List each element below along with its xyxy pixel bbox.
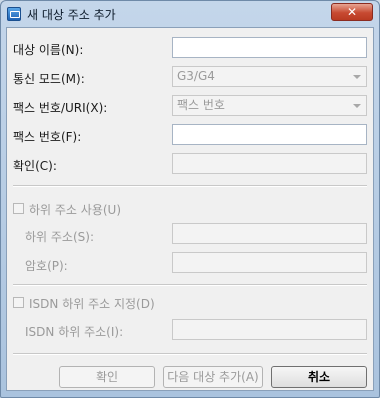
fax-destination-icon xyxy=(7,7,21,21)
confirm-number-input[interactable] xyxy=(172,153,367,174)
destination-name-input[interactable] xyxy=(172,37,367,58)
use-subaddress-checkbox[interactable] xyxy=(13,203,24,214)
isdn-subaddress-checkbox-label: ISDN 하위 주소 지정(D) xyxy=(29,297,155,311)
password-input[interactable] xyxy=(172,252,367,273)
title-bar: 새 대상 주소 추가 ✕ xyxy=(1,1,379,27)
fax-uri-value: 팩스 번호 xyxy=(177,98,225,112)
destination-name-label: 대상 이름(N): xyxy=(13,43,84,57)
communication-mode-value: G3/G4 xyxy=(177,69,215,83)
ok-button[interactable]: 확인 xyxy=(59,366,155,388)
subaddress-input[interactable] xyxy=(172,223,367,244)
dialog-window: 새 대상 주소 추가 ✕ 대상 이름(N): 통신 모드(M): G3/G4 팩… xyxy=(0,0,380,398)
chevron-down-icon xyxy=(353,104,361,108)
separator xyxy=(13,185,367,187)
fax-uri-label: 팩스 번호/URI(X): xyxy=(13,101,108,115)
confirm-number-label: 확인(C): xyxy=(13,159,57,173)
close-icon: ✕ xyxy=(346,5,358,19)
fax-number-label: 팩스 번호(F): xyxy=(13,130,82,144)
isdn-subaddress-input[interactable] xyxy=(172,319,367,340)
cancel-button[interactable]: 취소 xyxy=(271,366,367,388)
add-next-button[interactable]: 다음 대상 추가(A) xyxy=(163,366,263,388)
isdn-subaddress-label: ISDN 하위 주소(I): xyxy=(25,325,124,339)
separator xyxy=(13,353,367,355)
communication-mode-select[interactable]: G3/G4 xyxy=(172,66,367,87)
fax-number-input[interactable] xyxy=(172,124,367,145)
isdn-subaddress-checkbox[interactable] xyxy=(13,297,24,308)
subaddress-label: 하위 주소(S): xyxy=(25,230,94,244)
close-button[interactable]: ✕ xyxy=(331,3,373,21)
fax-uri-select[interactable]: 팩스 번호 xyxy=(172,95,367,116)
use-subaddress-label: 하위 주소 사용(U) xyxy=(29,203,122,217)
chevron-down-icon xyxy=(353,75,361,79)
dialog-body: 대상 이름(N): 통신 모드(M): G3/G4 팩스 번호/URI(X): … xyxy=(6,27,374,391)
communication-mode-label: 통신 모드(M): xyxy=(13,72,85,86)
window-title: 새 대상 주소 추가 xyxy=(27,8,116,22)
separator xyxy=(13,284,367,286)
password-label: 암호(P): xyxy=(25,259,68,273)
